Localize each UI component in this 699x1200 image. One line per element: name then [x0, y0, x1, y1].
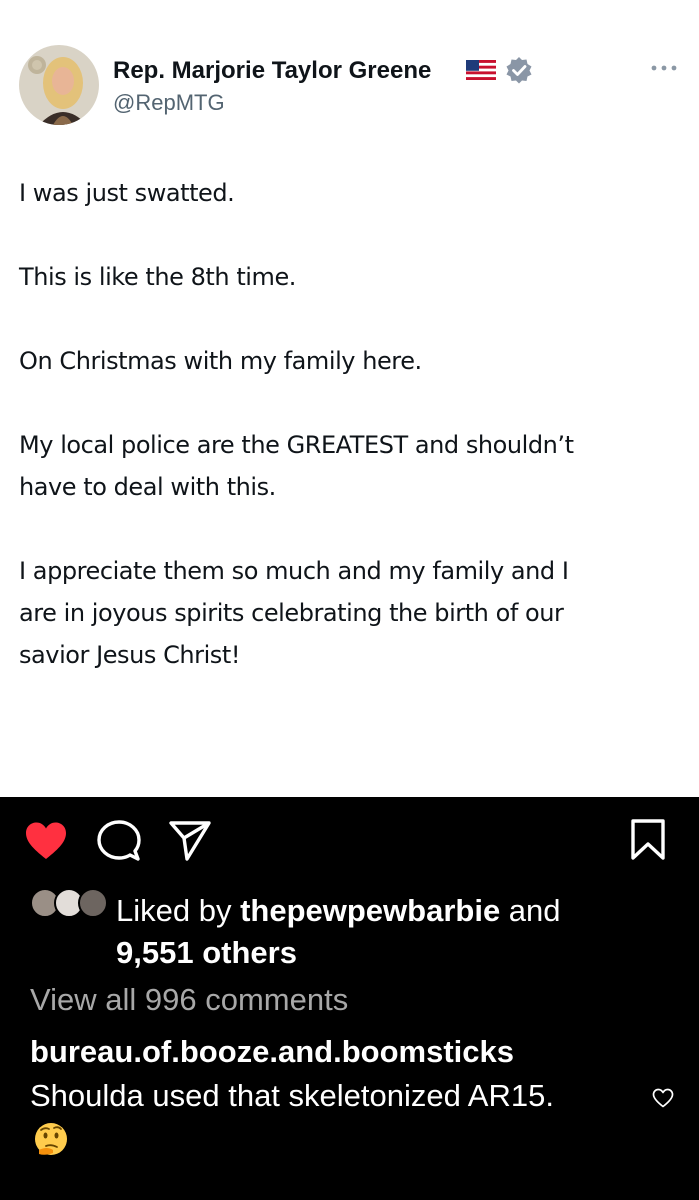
liker-avatar: [78, 888, 108, 918]
author-name[interactable]: Rep. Marjorie Taylor Greene: [113, 57, 431, 85]
tweet-paragraph: I was just swatted.: [19, 179, 235, 207]
liked-by-and: and: [500, 893, 561, 928]
tweet-paragraph: I appreciate them so much and my family …: [19, 557, 569, 669]
more-options-icon[interactable]: [650, 58, 678, 78]
tweet-paragraph: On Christmas with my family here.: [19, 347, 422, 375]
comment-like-heart-icon[interactable]: [652, 1088, 674, 1108]
comment-bubble-icon[interactable]: [97, 820, 141, 862]
liked-by-user[interactable]: thepewpewbarbie: [240, 893, 500, 928]
send-paper-plane-icon[interactable]: [168, 820, 212, 862]
tweet-paragraph: My local police are the GREATEST and sho…: [19, 431, 574, 501]
comment-text: Shoulda used that skeletonized AR15.: [30, 1078, 554, 1113]
tweet-card: Rep. Marjorie Taylor Greene @RepMTG I wa…: [0, 0, 699, 797]
bookmark-icon[interactable]: [630, 819, 666, 861]
heart-filled-icon[interactable]: [24, 821, 68, 861]
liked-by-label: Liked by: [116, 893, 241, 928]
verified-badge-icon: [506, 57, 532, 84]
view-all-comments-link[interactable]: View all 996 comments: [30, 982, 348, 1018]
comment-username[interactable]: bureau.of.booze.and.boomsticks: [30, 1034, 514, 1070]
likes-count[interactable]: 9,551 others: [116, 935, 297, 970]
author-avatar[interactable]: [19, 45, 99, 125]
tweet-paragraph: This is like the 8th time.: [19, 263, 296, 291]
likes-summary: Liked by thepewpewbarbie and 9,551 other…: [116, 890, 676, 974]
thinking-face-emoji: [35, 1123, 67, 1155]
us-flag-icon: [466, 60, 496, 80]
author-handle[interactable]: @RepMTG: [113, 90, 225, 116]
tweet-body: I was just swatted. This is like the 8th…: [19, 172, 679, 718]
